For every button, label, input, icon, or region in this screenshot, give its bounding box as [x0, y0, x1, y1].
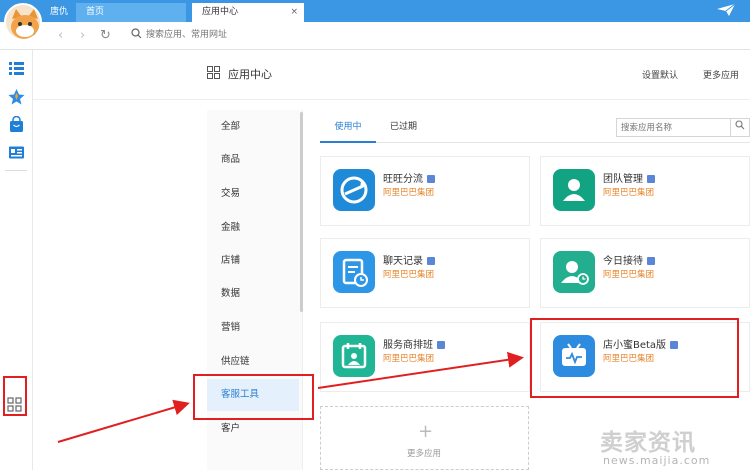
back-button[interactable]: ‹ [58, 28, 63, 43]
app-card-wangwang-diverge[interactable]: 旺旺分流 阿里巴巴集团 [320, 156, 530, 226]
app-vendor: 阿里巴巴集团 [383, 270, 435, 280]
category-finance[interactable]: 金融 [207, 212, 299, 244]
app-grid-button[interactable] [3, 376, 27, 416]
title-bar: 唐仇 首页 应用中心 × [0, 0, 750, 22]
tab-in-use[interactable]: 使用中 [320, 115, 376, 143]
app-vendor: 阿里巴巴集团 [383, 354, 435, 364]
shopping-bag-icon[interactable] [8, 115, 25, 133]
address-input[interactable] [146, 29, 446, 39]
sidebar-divider [5, 170, 27, 171]
verified-badge-icon [427, 175, 435, 183]
category-trade[interactable]: 交易 [207, 178, 299, 210]
app-card-service-scheduling[interactable]: 服务商排班 阿里巴巴集团 [320, 322, 530, 392]
annotation-arrow-1 [57, 399, 190, 443]
category-data[interactable]: 数据 [207, 278, 299, 310]
category-goods[interactable]: 商品 [207, 144, 299, 176]
plus-icon: + [418, 421, 434, 442]
close-icon[interactable]: × [290, 3, 298, 22]
app-card-today-reception[interactable]: 今日接待 阿里巴巴集团 [540, 238, 750, 308]
search-icon [131, 28, 142, 42]
category-all[interactable]: 全部 [207, 111, 299, 143]
list-icon[interactable] [8, 60, 25, 77]
diverge-icon [333, 169, 375, 211]
verified-badge-icon [647, 257, 655, 265]
page-title: 应用中心 [228, 68, 272, 81]
team-icon [553, 169, 595, 211]
tab-app-center[interactable]: 应用中心 × [192, 3, 304, 22]
add-more-apps-button[interactable]: + 更多应用 [320, 406, 529, 470]
app-vendor: 阿里巴巴集团 [603, 188, 655, 198]
category-scrollbar[interactable] [300, 112, 303, 312]
app-name: 聊天记录 [383, 252, 435, 267]
tab-expired[interactable]: 已过期 [390, 115, 417, 143]
add-more-label: 更多应用 [407, 449, 442, 459]
reception-icon [553, 251, 595, 293]
star-logo-icon[interactable] [8, 88, 25, 105]
refresh-button[interactable]: ↻ [100, 28, 111, 43]
forward-button[interactable]: › [80, 28, 85, 43]
address-bar: ‹ › ↻ [0, 22, 750, 50]
app-name: 服务商排班 [383, 336, 445, 351]
category-shop[interactable]: 店铺 [207, 245, 299, 277]
tab-user[interactable]: 唐仇 [40, 3, 74, 22]
watermark-text: 卖家资讯 [600, 430, 696, 456]
app-name: 旺旺分流 [383, 170, 435, 185]
verified-badge-icon [427, 257, 435, 265]
tab-app-center-label: 应用中心 [202, 7, 239, 17]
app-card-chat-record[interactable]: 聊天记录 阿里巴巴集团 [320, 238, 530, 308]
app-vendor: 阿里巴巴集团 [383, 188, 435, 198]
verified-badge-icon [647, 175, 655, 183]
search-button[interactable] [731, 118, 750, 137]
watermark-url: news.maijia.com [603, 454, 711, 467]
set-default-link[interactable]: 设置默认 [642, 68, 678, 81]
tab-home[interactable]: 首页 [76, 3, 186, 22]
app-name: 今日接待 [603, 252, 655, 267]
id-card-icon[interactable] [8, 144, 25, 161]
app-card-team-management[interactable]: 团队管理 阿里巴巴集团 [540, 156, 750, 226]
schedule-icon [333, 335, 375, 377]
verified-badge-icon [437, 341, 445, 349]
grid-icon [207, 66, 220, 79]
chat-record-icon [333, 251, 375, 293]
more-apps-link[interactable]: 更多应用 [703, 68, 739, 81]
paper-plane-icon [716, 3, 736, 21]
app-name: 团队管理 [603, 170, 655, 185]
app-search-input[interactable] [616, 118, 731, 137]
app-vendor: 阿里巴巴集团 [603, 270, 655, 280]
page-header: 应用中心 设置默认 更多应用 [33, 50, 750, 100]
annotation-highlight-app [530, 318, 739, 398]
annotation-highlight-category [193, 374, 314, 420]
avatar[interactable] [4, 3, 42, 41]
grid-icon [7, 397, 22, 412]
search-icon [735, 120, 745, 130]
category-marketing[interactable]: 营销 [207, 312, 299, 344]
